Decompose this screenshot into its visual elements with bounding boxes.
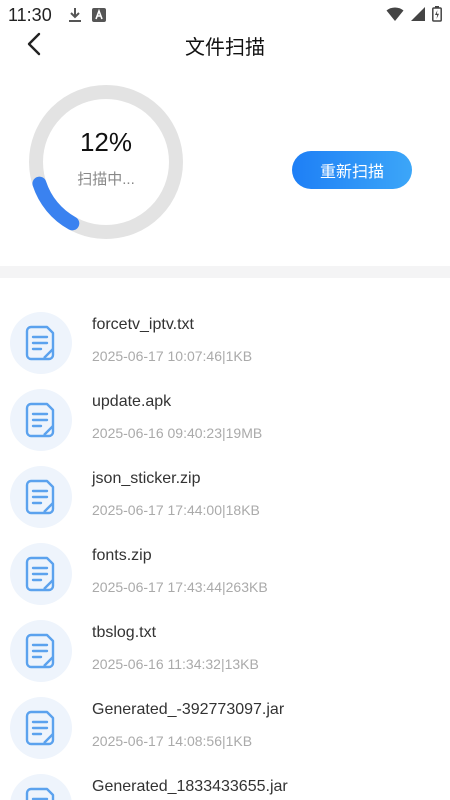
document-icon (10, 312, 72, 374)
scan-status: 扫描中... (77, 171, 135, 188)
document-icon (10, 774, 72, 800)
page-title: 文件扫描 (185, 37, 265, 59)
scan-panel: 12% 扫描中... 重新扫描 (0, 70, 450, 266)
rescan-button[interactable]: 重新扫描 (292, 151, 412, 189)
file-meta: 2025-06-17 10:07:46|1KB (92, 348, 253, 364)
header: 文件扫描 (0, 28, 450, 60)
status-bar: 11:30 (0, 0, 450, 30)
file-name: Generated_1833433655.jar (92, 778, 288, 795)
document-icon (10, 620, 72, 682)
file-item[interactable]: update.apk 2025-06-16 09:40:23|19MB (0, 377, 450, 454)
document-icon (10, 543, 72, 605)
file-meta: 2025-06-17 17:44:00|18KB (92, 502, 260, 518)
section-divider (0, 266, 450, 278)
signal-icon (410, 6, 426, 27)
file-name: Generated_-392773097.jar (92, 701, 285, 718)
file-item[interactable]: Generated_-392773097.jar 2025-06-17 14:08… (0, 685, 450, 762)
status-time: 11:30 (8, 5, 52, 25)
wifi-icon (386, 6, 404, 27)
file-item[interactable]: forcetv_iptv.txt 2025-06-17 10:07:46|1KB (0, 300, 450, 377)
file-name: update.apk (92, 393, 172, 410)
document-icon (10, 697, 72, 759)
file-meta: 2025-06-17 17:43:44|263KB (92, 579, 268, 595)
file-name: json_sticker.zip (92, 470, 201, 487)
file-name: tbslog.txt (92, 624, 157, 641)
file-item[interactable]: json_sticker.zip 2025-06-17 17:44:00|18KB (0, 454, 450, 531)
file-name: fonts.zip (92, 547, 152, 564)
file-name: forcetv_iptv.txt (92, 316, 194, 333)
file-meta: 2025-06-17 14:08:56|1KB (92, 733, 253, 749)
battery-icon (432, 6, 442, 27)
file-meta: 2025-06-16 09:40:23|19MB (92, 425, 263, 441)
file-item[interactable]: Generated_1833433655.jar (0, 762, 450, 800)
document-icon (10, 466, 72, 528)
file-list: forcetv_iptv.txt 2025-06-17 10:07:46|1KB u… (0, 300, 450, 800)
document-icon (10, 389, 72, 451)
download-icon (68, 7, 82, 28)
scan-percent: 12% (79, 127, 133, 157)
file-item[interactable]: tbslog.txt 2025-06-16 11:34:32|13KB (0, 608, 450, 685)
file-meta: 2025-06-16 11:34:32|13KB (92, 656, 259, 672)
file-item[interactable]: fonts.zip 2025-06-17 17:43:44|263KB (0, 531, 450, 608)
text-app-icon (92, 8, 106, 27)
